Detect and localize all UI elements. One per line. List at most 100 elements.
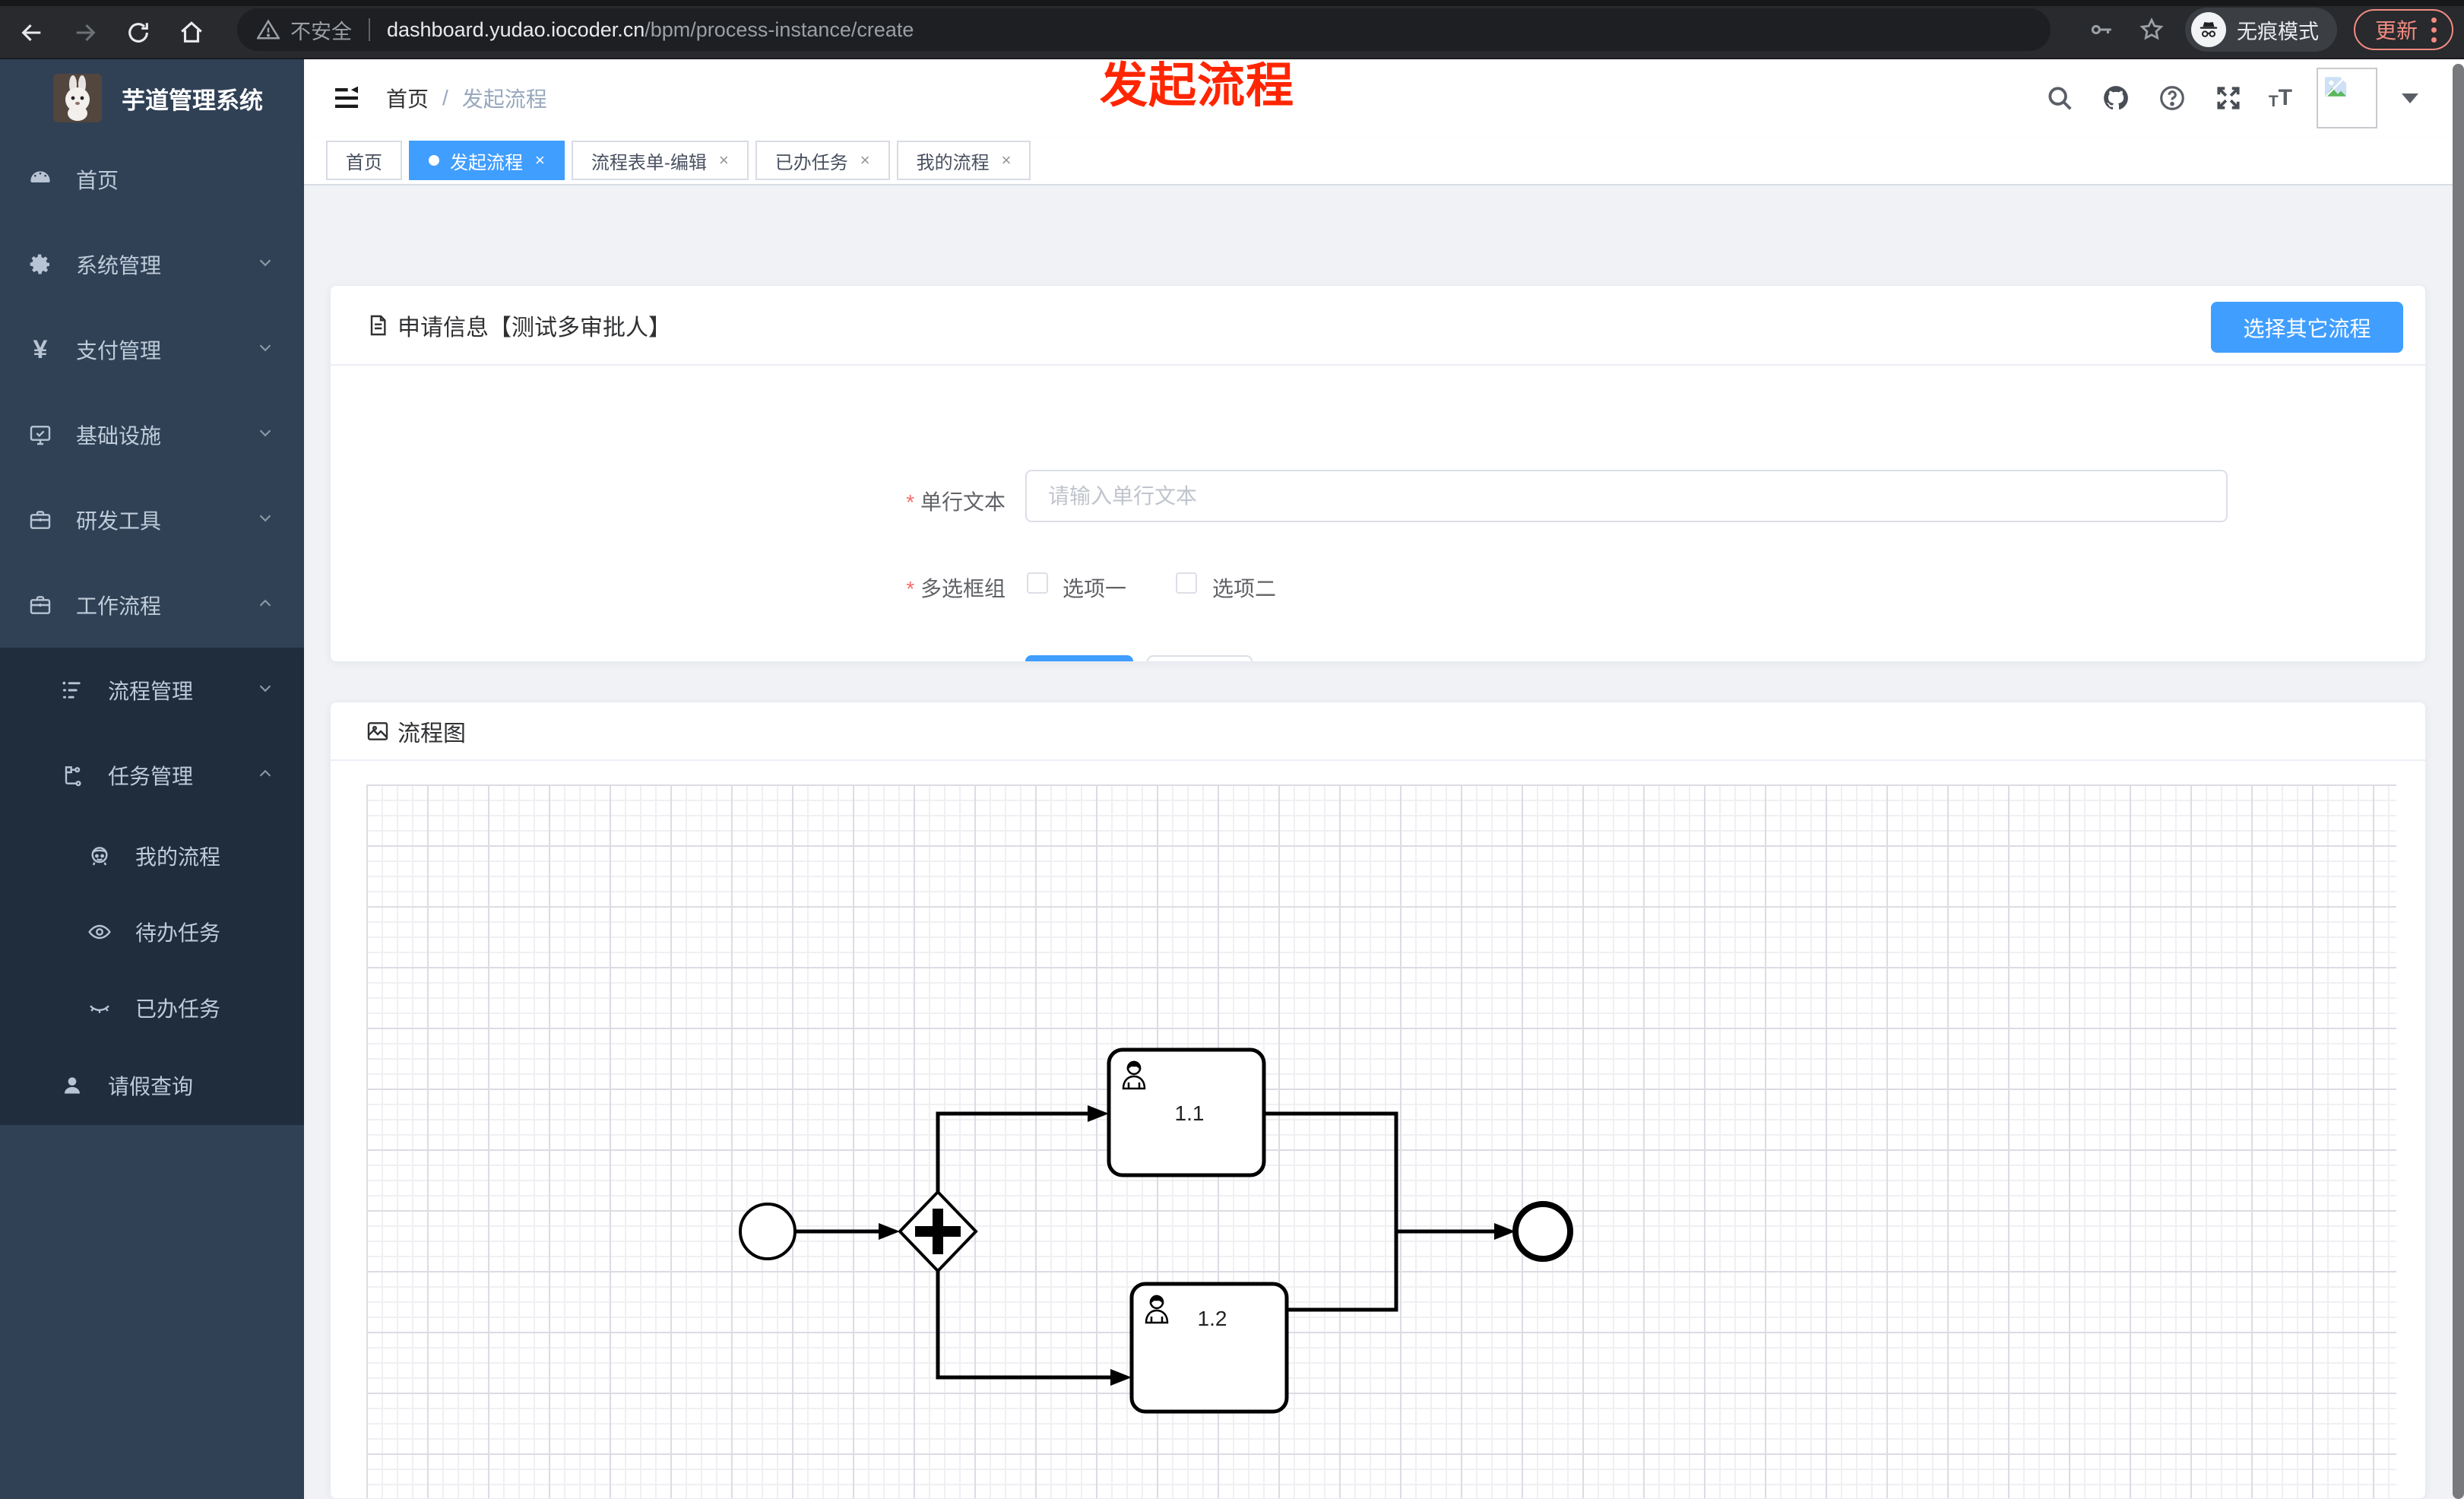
active-tab-dot-icon [429, 155, 439, 166]
not-secure-warning-icon [257, 19, 280, 40]
chrome-update-button[interactable]: 更新 [2353, 9, 2453, 50]
sidebar-item-infrastructure[interactable]: 基础设施 [0, 392, 304, 477]
picture-icon [367, 721, 388, 740]
breadcrumb-home[interactable]: 首页 [386, 83, 429, 113]
chevron-up-icon [255, 763, 275, 788]
back-icon [21, 24, 41, 42]
task-label: 1.1 [1175, 1101, 1205, 1125]
browser-forward-button[interactable] [68, 16, 102, 49]
reload-icon [128, 23, 148, 43]
chevron-down-icon [255, 338, 275, 363]
arrowhead [1088, 1105, 1109, 1122]
app-logo-row[interactable]: 芋道管理系统 [0, 59, 304, 137]
checkbox-group-label: 多选框组 [906, 572, 1006, 603]
chevron-down-icon [255, 423, 275, 448]
help-button[interactable] [2156, 82, 2188, 114]
avatar[interactable] [2317, 68, 2377, 128]
browser-reload-button[interactable] [122, 16, 155, 49]
sidebar-item-label: 请假查询 [108, 1075, 194, 1098]
bpmn-canvas: 1.1 1.2 [366, 784, 2396, 1498]
search-button[interactable] [2044, 82, 2076, 114]
text-field-label: 单行文本 [906, 486, 1006, 516]
checkbox-option-1[interactable] [1027, 572, 1048, 594]
sidebar-item-todo-tasks[interactable]: 待办任务 [0, 894, 304, 970]
sidebar-item-dev-tools[interactable]: 研发工具 [0, 477, 304, 563]
sidebar-item-leave-query[interactable]: 请假查询 [0, 1046, 304, 1125]
sidebar-item-my-process[interactable]: 我的流程 [0, 818, 304, 894]
help-icon [2160, 86, 2184, 110]
eye-closed-icon [87, 995, 112, 1021]
application-form-card: 申请信息【测试多审批人】 选择其它流程 单行文本 多选框组 选项一 选项二 提交… [330, 285, 2426, 662]
tab-close-icon[interactable]: × [719, 151, 729, 170]
security-label: 不安全 [290, 20, 352, 43]
tab-start-process[interactable]: 发起流程 × [409, 141, 565, 180]
key-icon [2091, 24, 2111, 35]
user-icon [59, 1073, 85, 1098]
chevron-down-icon [255, 252, 275, 277]
breadcrumb-separator: / [442, 86, 448, 109]
arrowhead [879, 1223, 900, 1240]
submit-button[interactable]: 提交 [1025, 655, 1133, 661]
form-card-header: 申请信息【测试多审批人】 选择其它流程 [331, 286, 2425, 366]
tab-label: 发起流程 [450, 152, 523, 173]
robot-face-icon [87, 843, 112, 869]
bpmn-parallel-gateway [898, 1190, 978, 1273]
reset-button[interactable]: 重置 [1147, 655, 1253, 661]
url-host: dashboard.yudao.iocoder.cn [387, 17, 645, 41]
process-diagram-card: 流程图 1.1 1.2 [330, 702, 2426, 1499]
star-icon [2139, 17, 2164, 40]
sidebar-item-task-management[interactable]: 任务管理 [0, 733, 304, 818]
github-button[interactable] [2100, 82, 2132, 114]
incognito-label: 无痕模式 [2236, 20, 2319, 43]
sidebar-item-label: 基础设施 [76, 424, 162, 448]
sidebar-item-label: 待办任务 [135, 921, 221, 945]
browser-home-button[interactable] [175, 16, 208, 49]
sidebar-item-label: 支付管理 [76, 339, 162, 363]
checkbox-option-2-label[interactable]: 选项二 [1212, 572, 1276, 603]
sidebar-fold-toggle[interactable] [331, 83, 362, 113]
breadcrumb: 首页 / 发起流程 [386, 59, 547, 137]
fullscreen-button[interactable] [2212, 82, 2244, 114]
tab-label: 首页 [346, 152, 382, 173]
hamburger-fold-icon [335, 86, 358, 108]
tab-process-form-edit[interactable]: 流程表单-编辑 × [571, 141, 749, 180]
arrowhead [1494, 1223, 1515, 1240]
dashboard-icon [27, 166, 53, 192]
sidebar-item-label: 任务管理 [108, 765, 194, 788]
checkbox-option-2[interactable] [1176, 572, 1197, 594]
fullscreen-icon [2217, 87, 2240, 109]
tab-close-icon[interactable]: × [535, 151, 545, 170]
incognito-badge: 无痕模式 [2184, 8, 2337, 52]
address-bar[interactable]: 不安全 dashboard.yudao.iocoder.cn/bpm/proce… [237, 8, 2051, 51]
workflow-submenu: 流程管理 任务管理 我的流程 待办任务 已办任务 请假查询 [0, 648, 304, 1125]
sidebar-item-workflow[interactable]: 工作流程 [0, 563, 304, 648]
choose-other-process-button[interactable]: 选择其它流程 [2211, 302, 2403, 353]
tab-my-process[interactable]: 我的流程 × [896, 141, 1031, 180]
sidebar-item-home[interactable]: 首页 [0, 137, 304, 222]
bookmark-star-button[interactable] [2135, 13, 2168, 46]
avatar-dropdown-caret-icon[interactable] [2402, 93, 2418, 103]
sidebar: 芋道管理系统 首页 系统管理 ¥ 支付管理 基础设施 研发工具 工作流程 流程管… [0, 59, 304, 1499]
font-size-button[interactable]: TT [2269, 85, 2292, 111]
tab-close-icon[interactable]: × [1002, 151, 1012, 170]
arrowhead [1110, 1369, 1132, 1386]
single-line-text-input[interactable] [1025, 470, 2228, 522]
tab-home[interactable]: 首页 [326, 141, 402, 180]
sidebar-item-system[interactable]: 系统管理 [0, 222, 304, 307]
page-scrollbar-thumb[interactable] [2453, 64, 2464, 1499]
tab-close-icon[interactable]: × [860, 151, 870, 170]
sidebar-item-process-management[interactable]: 流程管理 [0, 648, 304, 733]
tab-bar: 首页 发起流程 × 流程表单-编辑 × 已办任务 × 我的流程 × [304, 137, 2464, 185]
tab-done-tasks[interactable]: 已办任务 × [755, 141, 890, 180]
sidebar-item-done-tasks[interactable]: 已办任务 [0, 970, 304, 1046]
bpmn-start-event [739, 1203, 797, 1260]
sidebar-item-payment[interactable]: ¥ 支付管理 [0, 307, 304, 392]
omnibox-divider [369, 18, 370, 41]
diagram-card-title: 流程图 [397, 721, 466, 746]
checkbox-option-1-label[interactable]: 选项一 [1063, 572, 1126, 603]
content-area: 申请信息【测试多审批人】 选择其它流程 单行文本 多选框组 选项一 选项二 提交… [304, 185, 2464, 1499]
passwords-key-button[interactable] [2085, 13, 2118, 46]
browser-back-button[interactable] [15, 16, 49, 49]
page: 不安全 dashboard.yudao.iocoder.cn/bpm/proce… [0, 0, 2464, 1499]
browser-menu-icon[interactable] [2431, 17, 2437, 43]
